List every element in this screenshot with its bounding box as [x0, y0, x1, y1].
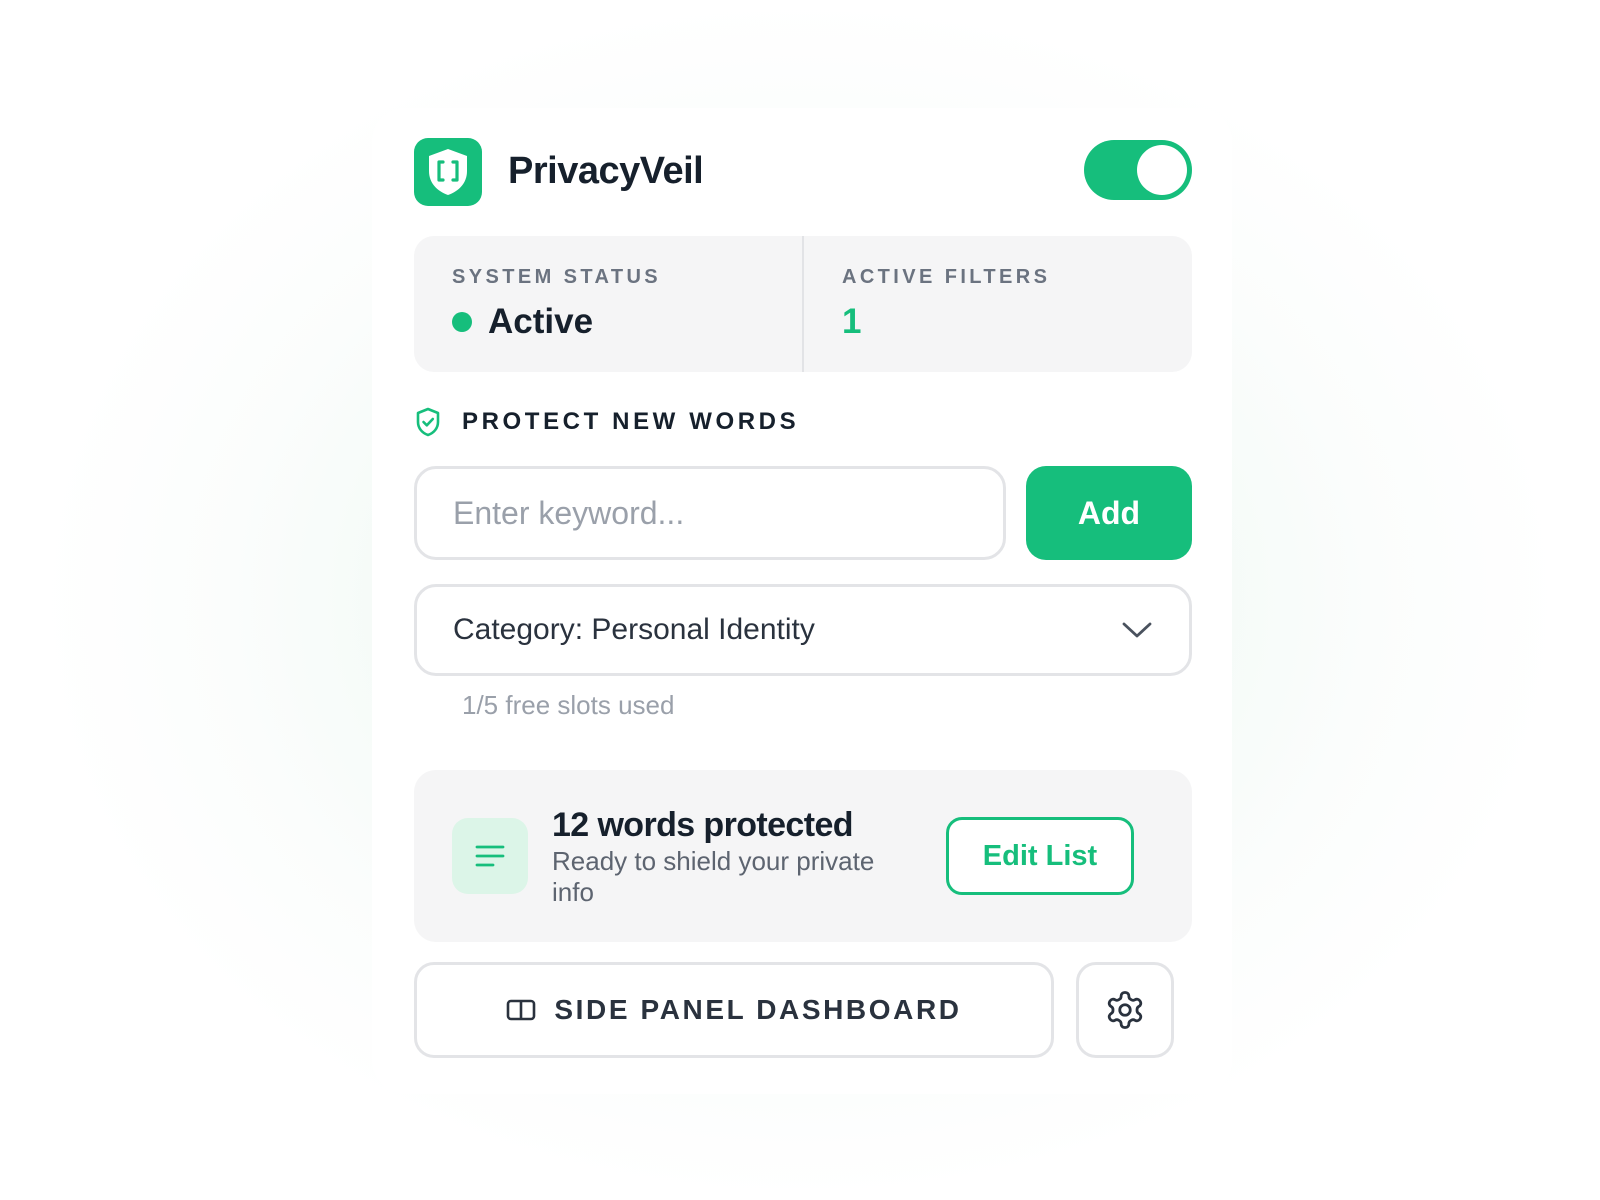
app-title: PrivacyVeil: [508, 150, 704, 192]
shield-brackets-icon: [429, 149, 467, 195]
side-panel-dashboard-button[interactable]: SIDE PANEL DASHBOARD: [414, 962, 1054, 1058]
protect-section-title: PROTECT NEW WORDS: [462, 408, 800, 435]
chevron-down-icon: [1122, 622, 1152, 638]
system-status-cell: SYSTEM STATUS Active: [414, 236, 802, 372]
shield-check-icon: [416, 407, 440, 437]
edit-list-button[interactable]: Edit List: [946, 817, 1134, 895]
slots-usage-text: 1/5 free slots used: [462, 690, 675, 720]
extension-popup: PrivacyVeil SYSTEM STATUS Active ACTIVE …: [372, 108, 1232, 1094]
list-icon: [452, 818, 528, 894]
status-panel: SYSTEM STATUS Active ACTIVE FILTERS 1: [414, 236, 1192, 372]
toggle-knob[interactable]: [1137, 145, 1187, 195]
active-filters-label: ACTIVE FILTERS: [842, 266, 1051, 288]
category-select-value: Category: Personal Identity: [453, 613, 815, 646]
keyword-input[interactable]: [414, 466, 1006, 560]
protected-subtitle: Ready to shield your private info: [552, 846, 875, 907]
active-filters-value: 1: [842, 302, 862, 341]
system-status-label: SYSTEM STATUS: [452, 266, 662, 288]
system-status-value-row: Active: [452, 302, 593, 342]
background: PrivacyVeil SYSTEM STATUS Active ACTIVE …: [0, 0, 1600, 1200]
category-select[interactable]: Category: Personal Identity: [414, 584, 1192, 676]
system-status-value: Active: [488, 302, 594, 341]
active-filters-cell: ACTIVE FILTERS 1: [802, 236, 1192, 372]
side-panel-dashboard-label: SIDE PANEL DASHBOARD: [554, 994, 962, 1025]
side-panel-icon: [507, 999, 536, 1021]
app-logo: [414, 138, 482, 206]
status-indicator-dot: [452, 312, 472, 332]
protect-section-heading: PROTECT NEW WORDS: [414, 406, 799, 438]
protected-words-panel: 12 words protected Ready to shield your …: [414, 770, 1192, 942]
add-button[interactable]: Add: [1026, 466, 1192, 560]
protection-toggle[interactable]: [1084, 140, 1192, 200]
active-filters-value-row: 1: [842, 302, 861, 342]
gear-icon: [1107, 991, 1143, 1029]
settings-button[interactable]: [1076, 962, 1174, 1058]
protected-count-title: 12 words protected: [552, 806, 854, 844]
